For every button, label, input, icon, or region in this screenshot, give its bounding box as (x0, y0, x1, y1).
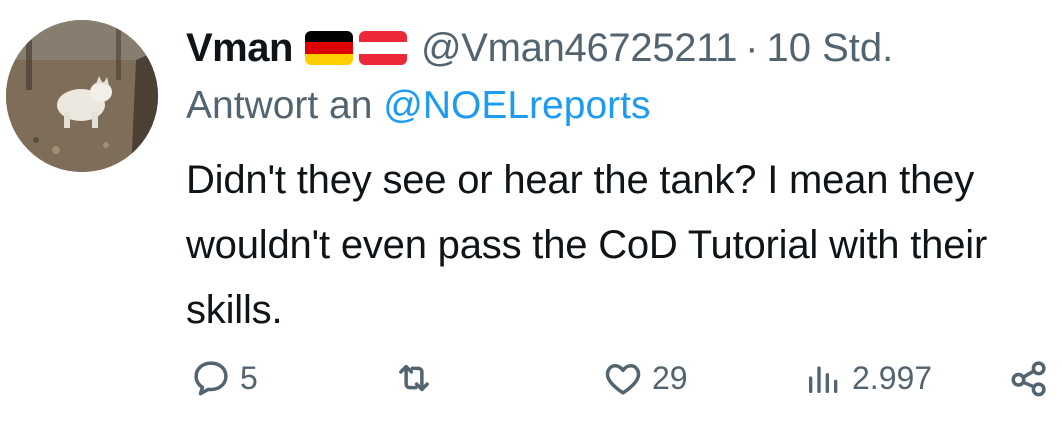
user-handle[interactable]: @Vman46725211 (421, 26, 738, 71)
tweet-text: Didn't they see or hear the tank? I mean… (186, 158, 988, 332)
reply-icon (194, 361, 228, 396)
display-name[interactable]: Vman (186, 26, 293, 71)
heart-icon (605, 364, 641, 395)
flag-group (304, 31, 407, 65)
tweet[interactable]: Vman @Vman46725211 · 10 Std. Antwort an … (0, 0, 1062, 427)
meta-separator: · (745, 25, 759, 70)
views-count: 2.997 (852, 359, 933, 396)
reply-count: 5 (240, 359, 258, 396)
avatar[interactable] (6, 20, 158, 172)
retweet-button[interactable] (392, 350, 444, 406)
views-button[interactable]: 2.997 (804, 350, 932, 406)
reply-context: Antwort an @NOELreports (186, 84, 650, 128)
views-icon (809, 366, 838, 393)
action-bar: 5 29 2.997 (0, 350, 1062, 406)
share-icon (1011, 361, 1046, 397)
reply-mention-link[interactable]: @NOELreports (383, 84, 650, 127)
retweet-icon (399, 364, 429, 392)
de-flag-icon (304, 31, 353, 65)
at-flag-icon (358, 31, 407, 65)
like-button[interactable]: 29 (602, 350, 688, 406)
avatar-image (6, 20, 158, 172)
reply-button[interactable]: 5 (190, 350, 258, 406)
timestamp[interactable]: 10 Std. (766, 26, 893, 71)
like-count: 29 (652, 359, 688, 396)
share-button[interactable] (1006, 350, 1052, 406)
tweet-header: Vman @Vman46725211 · 10 Std. (186, 22, 893, 74)
reply-prefix: Antwort an (186, 84, 373, 127)
